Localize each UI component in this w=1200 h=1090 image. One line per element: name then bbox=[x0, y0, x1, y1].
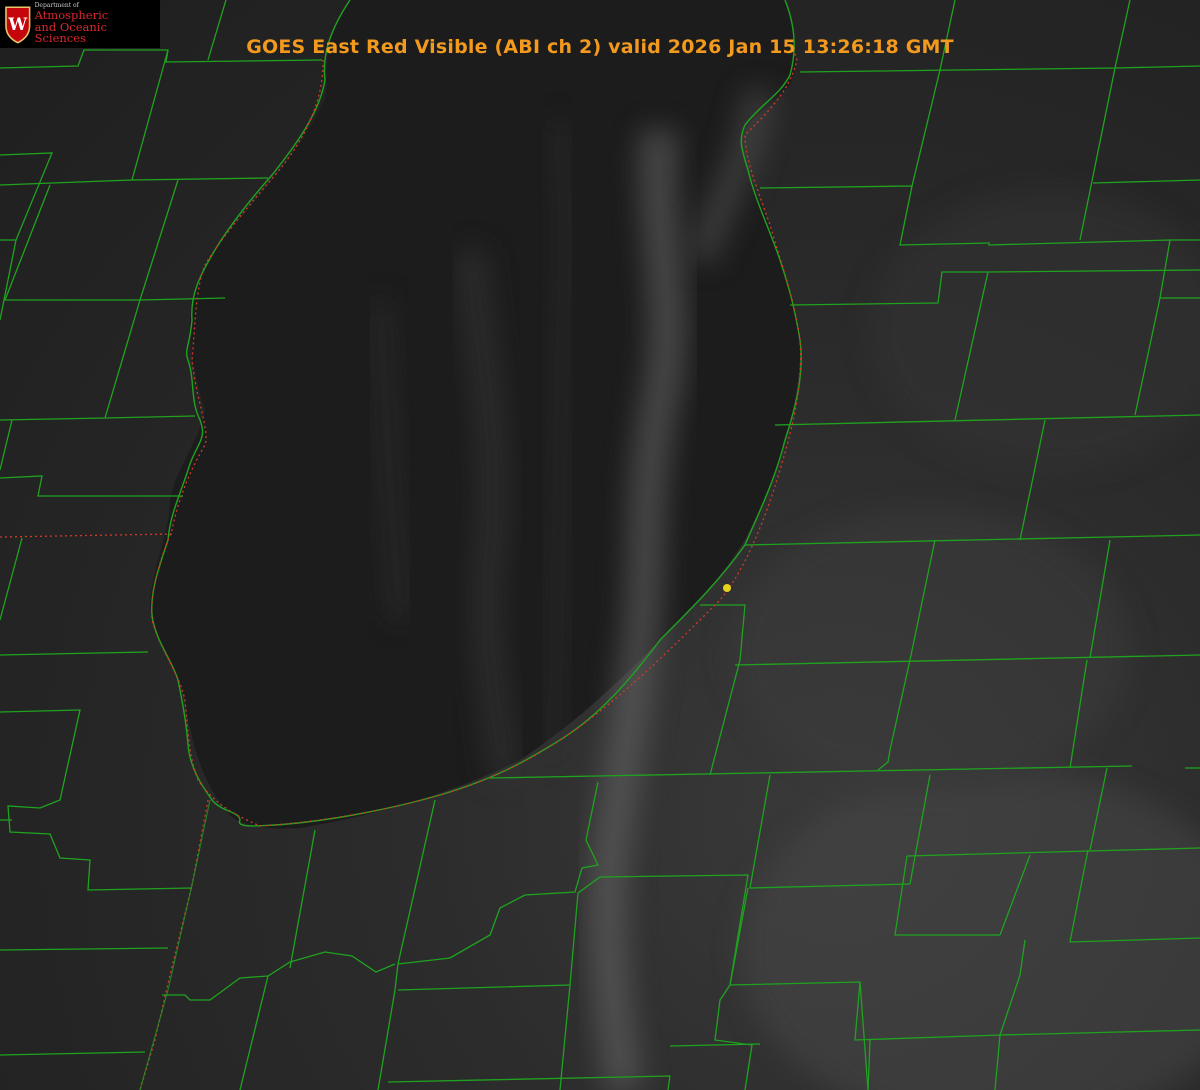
map-layer bbox=[0, 0, 1200, 1090]
state-line-south bbox=[139, 799, 211, 1090]
satellite-map: W Department of Atmospheric and Oceanic … bbox=[0, 0, 1200, 1090]
crest-letter: W bbox=[7, 14, 27, 34]
land-texture bbox=[730, 190, 1200, 1090]
image-title: GOES East Red Visible (ABI ch 2) valid 2… bbox=[246, 36, 954, 58]
location-marker bbox=[723, 584, 731, 592]
